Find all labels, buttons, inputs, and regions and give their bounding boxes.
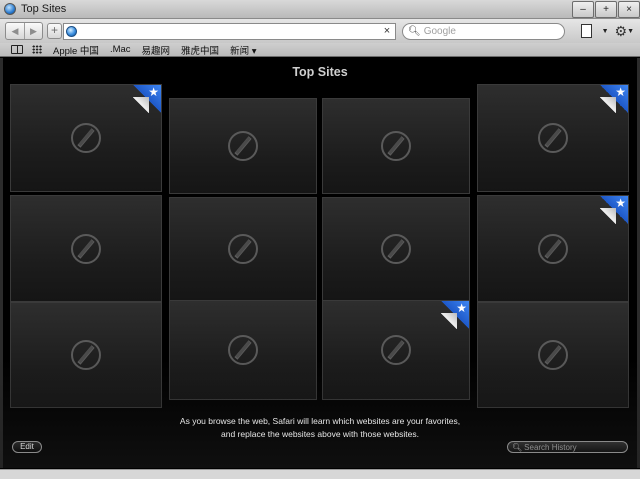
top-site-tile[interactable] xyxy=(169,98,317,194)
back-button[interactable]: ◀ xyxy=(6,23,24,39)
top-site-tile[interactable] xyxy=(10,195,162,302)
pinned-star-corner[interactable]: ★ xyxy=(133,85,161,113)
star-icon: ★ xyxy=(456,301,467,315)
search-icon: 🔍︎ xyxy=(512,442,523,452)
clear-url-icon[interactable]: × xyxy=(381,25,393,37)
title-bar: Top Sites – + × xyxy=(0,0,640,19)
top-site-tile[interactable]: ★ xyxy=(477,195,629,302)
page-curl xyxy=(600,97,616,113)
safari-compass-icon xyxy=(381,131,411,161)
toolbar: ◀ ▶ + × 🔍︎ ▼ ⚙ ▼ xyxy=(0,19,640,43)
search-input[interactable] xyxy=(423,25,554,37)
bookmark-yahoo-china[interactable]: 雅虎中国 xyxy=(181,43,219,57)
info-message: As you browse the web, Safari will learn… xyxy=(0,415,640,441)
star-icon: ★ xyxy=(148,85,159,99)
bookmarks-bar: Apple 中国 .Mac 易趣网 雅虎中国 新闻 ▾ xyxy=(0,43,640,57)
safari-compass-icon xyxy=(71,123,101,153)
maximize-button[interactable]: + xyxy=(595,1,617,18)
gear-icon[interactable]: ⚙ xyxy=(615,24,628,38)
page-menu-caret[interactable]: ▼ xyxy=(602,28,609,35)
address-bar[interactable]: × xyxy=(63,22,396,40)
info-message-line-1: As you browse the web, Safari will learn… xyxy=(179,416,461,426)
close-button[interactable]: × xyxy=(618,1,640,18)
page-curl xyxy=(441,313,457,329)
url-input[interactable] xyxy=(80,24,381,38)
edit-button[interactable]: Edit xyxy=(12,441,42,453)
window-controls: – + × xyxy=(571,0,640,19)
safari-compass-icon xyxy=(381,234,411,264)
bookmark-news-menu[interactable]: 新闻 ▾ xyxy=(230,43,256,57)
top-site-tile[interactable] xyxy=(169,197,317,301)
pinned-star-corner[interactable]: ★ xyxy=(441,301,469,329)
top-site-tile[interactable]: ★ xyxy=(10,84,162,192)
safari-compass-icon xyxy=(538,123,568,153)
top-site-tile[interactable] xyxy=(322,197,470,301)
settings-menu-caret[interactable]: ▼ xyxy=(627,28,634,35)
page-curl xyxy=(133,97,149,113)
google-search-bar[interactable]: 🔍︎ xyxy=(402,22,565,40)
bookmark-ebay-china[interactable]: 易趣网 xyxy=(142,43,171,57)
pinned-star-corner[interactable]: ★ xyxy=(600,196,628,224)
safari-compass-icon xyxy=(228,234,258,264)
safari-compass-icon xyxy=(71,233,101,264)
safari-compass-icon xyxy=(538,233,568,264)
bookmark-mac[interactable]: .Mac xyxy=(110,44,131,55)
page-curl xyxy=(600,208,616,224)
info-message-line-2: and replace the websites above with thos… xyxy=(221,429,419,439)
add-bookmark-button[interactable]: + xyxy=(47,23,62,39)
top-site-tile[interactable]: ★ xyxy=(477,84,629,192)
minimize-button[interactable]: – xyxy=(572,1,594,18)
bookmark-apple-china[interactable]: Apple 中国 xyxy=(53,43,99,57)
star-icon: ★ xyxy=(615,196,626,210)
status-bar xyxy=(0,469,640,479)
star-icon: ★ xyxy=(615,85,626,99)
bookmarks-book-icon[interactable] xyxy=(11,45,23,54)
search-icon: 🔍︎ xyxy=(408,25,421,37)
top-sites-grid-icon[interactable] xyxy=(32,45,42,54)
safari-app-icon xyxy=(4,3,16,15)
toolbar-menus: ▼ ⚙ ▼ xyxy=(580,24,634,38)
top-site-tile[interactable] xyxy=(322,98,470,194)
search-history-input[interactable] xyxy=(524,442,625,452)
globe-icon xyxy=(66,25,77,37)
window-title: Top Sites xyxy=(21,3,67,15)
safari-compass-icon xyxy=(228,131,258,161)
page-menu-icon[interactable] xyxy=(580,24,596,38)
forward-button[interactable]: ▶ xyxy=(24,23,42,39)
pinned-star-corner[interactable]: ★ xyxy=(600,85,628,113)
top-sites-view: Top Sites ★ ★ ★ ★ As you browse the web, Sa… xyxy=(0,58,640,479)
search-history-field[interactable]: 🔍︎ xyxy=(507,441,628,453)
page-title: Top Sites xyxy=(292,65,348,79)
nav-buttons: ◀ ▶ xyxy=(5,22,43,40)
